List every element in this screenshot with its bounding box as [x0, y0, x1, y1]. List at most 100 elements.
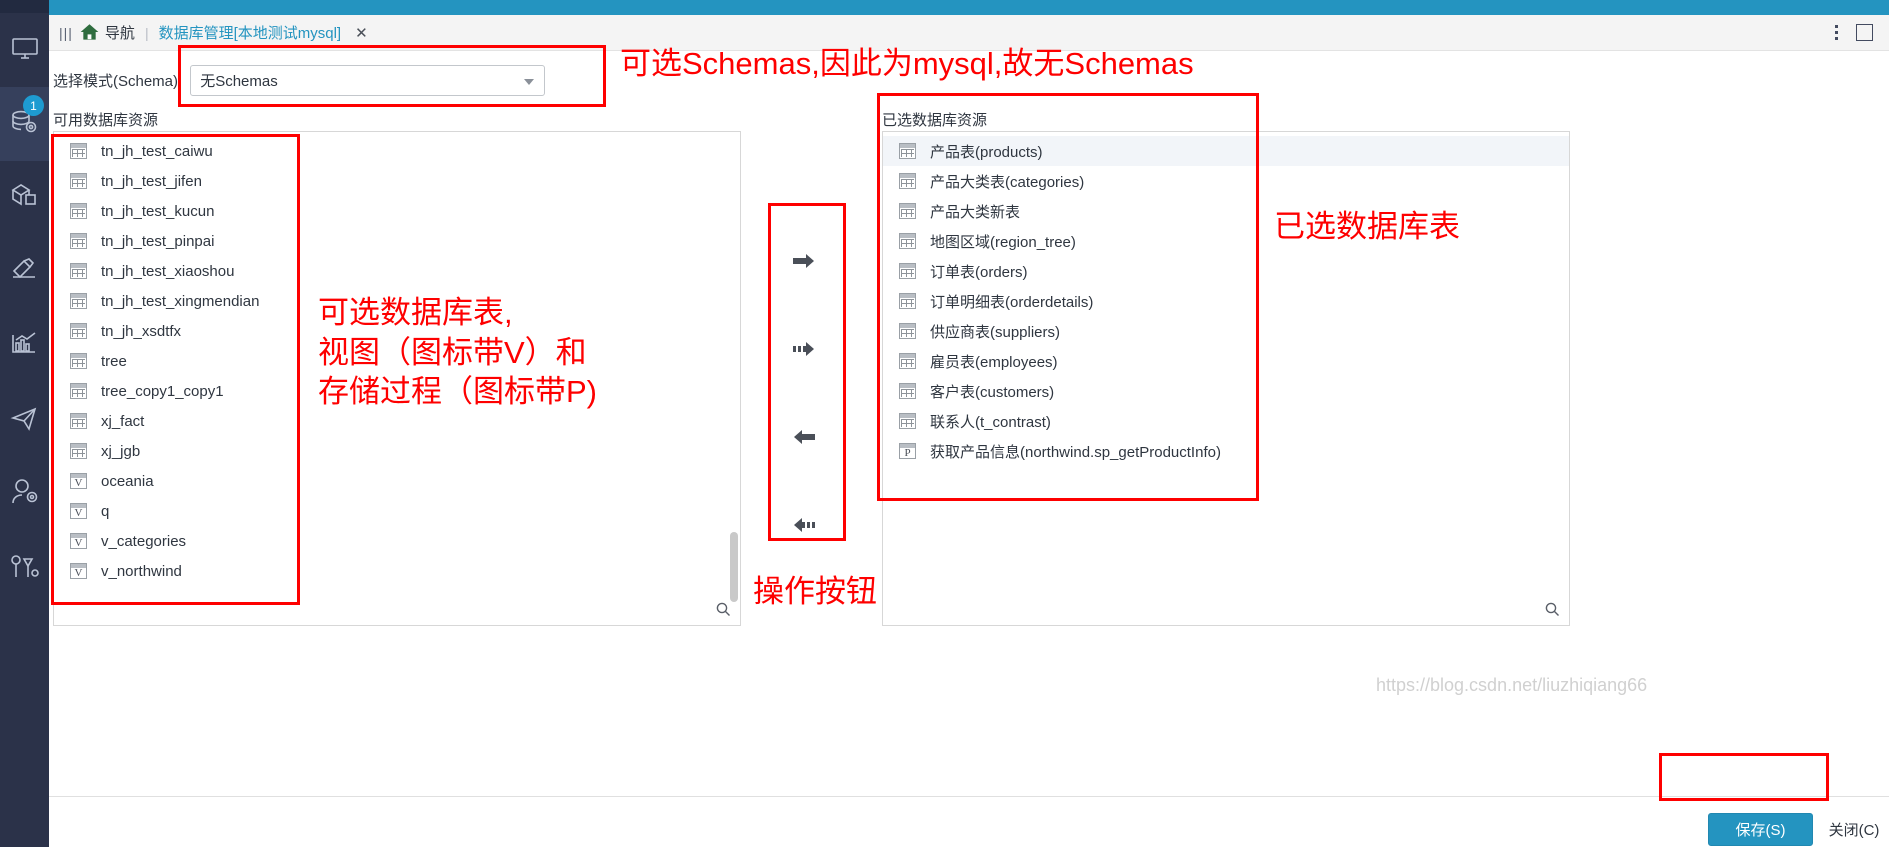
selected-resources-title: 已选数据库资源 [882, 112, 988, 129]
sidebar-item-user-settings[interactable] [0, 457, 49, 531]
sidebar-top-accent [0, 0, 49, 13]
table-icon [70, 173, 87, 189]
table-icon [70, 233, 87, 249]
available-search-icon[interactable] [712, 598, 734, 620]
nav-label[interactable]: 导航 [105, 22, 135, 43]
view-icon: V [70, 473, 87, 489]
list-item[interactable]: Vv_categories [54, 526, 740, 556]
list-item-label: 雇员表(employees) [930, 353, 1058, 371]
list-item[interactable]: tree [54, 346, 740, 376]
list-item[interactable]: 产品表(products) [883, 136, 1569, 166]
close-button[interactable]: 关闭(C) [1825, 813, 1883, 846]
list-item[interactable]: 联系人(t_contrast) [883, 406, 1569, 436]
schema-select-value: 无Schemas [200, 73, 278, 90]
list-item-label: tree [101, 352, 127, 370]
list-item[interactable]: 订单明细表(orderdetails) [883, 286, 1569, 316]
list-item-label: 供应商表(suppliers) [930, 323, 1061, 341]
move-all-right-button[interactable] [784, 332, 824, 366]
list-item-label: 地图区域(region_tree) [930, 233, 1076, 251]
tab-strip: ||| 导航 | 数据库管理[本地测试mysql] ✕ [49, 15, 1889, 51]
list-item-label: 订单表(orders) [930, 263, 1028, 281]
table-icon [70, 293, 87, 309]
left-sidebar: 1 [0, 0, 49, 847]
list-item[interactable]: Vv_northwind [54, 556, 740, 586]
table-icon [70, 413, 87, 429]
window-controls [1835, 24, 1889, 41]
available-resources-title: 可用数据库资源 [53, 112, 159, 129]
chevron-down-icon [524, 79, 535, 85]
list-item[interactable]: 订单表(orders) [883, 256, 1569, 286]
close-tab-icon[interactable]: ✕ [355, 24, 368, 42]
grip-icon[interactable]: ||| [59, 25, 73, 41]
list-item[interactable]: tree_copy1_copy1 [54, 376, 740, 406]
list-item[interactable]: tn_jh_test_xingmendian [54, 286, 740, 316]
list-item[interactable]: 产品大类新表 [883, 196, 1569, 226]
list-item[interactable]: 地图区域(region_tree) [883, 226, 1569, 256]
list-item[interactable]: tn_jh_test_xiaoshou [54, 256, 740, 286]
list-item-label: tn_jh_test_xiaoshou [101, 262, 235, 280]
list-item-label: tn_jh_test_jifen [101, 172, 202, 190]
sidebar-item-wrench[interactable] [0, 531, 49, 605]
list-item[interactable]: tn_jh_xsdtfx [54, 316, 740, 346]
available-list[interactable]: tn_jh_test_caiwu tn_jh_test_jifen tn_jh_te… [54, 132, 740, 625]
schema-label: 选择模式(Schema): [53, 73, 183, 90]
sidebar-item-monitor[interactable] [0, 13, 49, 87]
table-icon [70, 143, 87, 159]
tab-database-management[interactable]: 数据库管理[本地测试mysql] [159, 22, 342, 43]
list-item-label: 获取产品信息(northwind.sp_getProductInfo) [930, 443, 1221, 461]
procedure-icon: P [899, 443, 916, 459]
list-item-label: v_categories [101, 532, 187, 550]
sidebar-item-send[interactable] [0, 383, 49, 457]
list-item[interactable]: 供应商表(suppliers) [883, 316, 1569, 346]
list-item[interactable]: xj_fact [54, 406, 740, 436]
table-icon [70, 443, 87, 459]
list-item[interactable]: Voceania [54, 466, 740, 496]
table-icon [899, 383, 916, 399]
table-icon [70, 323, 87, 339]
home-icon[interactable] [80, 23, 99, 42]
available-resources-listbox[interactable]: tn_jh_test_caiwu tn_jh_test_jifen tn_jh_te… [53, 131, 741, 626]
list-item[interactable]: tn_jh_test_jifen [54, 166, 740, 196]
list-item[interactable]: xj_jgb [54, 436, 740, 466]
table-icon [899, 173, 916, 189]
sidebar-item-database[interactable]: 1 [0, 87, 49, 161]
save-button[interactable]: 保存(S) [1708, 813, 1813, 846]
list-item-label: tn_jh_test_pinpai [101, 232, 215, 250]
table-icon [70, 203, 87, 219]
schema-select[interactable]: 无Schemas [190, 65, 546, 96]
view-icon: V [70, 533, 87, 549]
list-item-label: oceania [101, 472, 154, 490]
list-item[interactable]: tn_jh_test_pinpai [54, 226, 740, 256]
table-icon [899, 293, 916, 309]
more-options-icon[interactable] [1835, 25, 1838, 40]
move-all-left-button[interactable] [784, 508, 824, 542]
list-item-label: v_northwind [101, 562, 182, 580]
list-item-label: 订单明细表(orderdetails) [930, 293, 1094, 311]
list-item-label: tn_jh_test_caiwu [101, 142, 213, 160]
selected-resources-listbox[interactable]: 产品表(products) 产品大类表(categories) 产品大类新表地图区域… [882, 131, 1570, 626]
sidebar-item-tools[interactable] [0, 235, 49, 309]
selected-list[interactable]: 产品表(products) 产品大类表(categories) 产品大类新表地图区域… [883, 132, 1569, 625]
list-item[interactable]: 雇员表(employees) [883, 346, 1569, 376]
available-scrollbar[interactable] [730, 532, 738, 602]
move-right-button[interactable] [784, 244, 824, 278]
table-icon [70, 383, 87, 399]
list-item[interactable]: P 获取产品信息(northwind.sp_getProductInfo) [883, 436, 1569, 466]
selected-search-icon[interactable] [1541, 598, 1563, 620]
maximize-icon[interactable] [1856, 24, 1873, 41]
list-item[interactable]: 产品大类表(categories) [883, 166, 1569, 196]
move-left-button[interactable] [784, 420, 824, 454]
list-item[interactable]: tn_jh_test_kucun [54, 196, 740, 226]
list-item-label: q [101, 502, 110, 520]
main-content: 选择模式(Schema): 无Schemas 可用数据库资源 tn_jh_tes… [49, 51, 1889, 847]
list-item[interactable]: Vq [54, 496, 740, 526]
list-item-label: tn_jh_test_kucun [101, 202, 215, 220]
table-icon [70, 263, 87, 279]
list-item[interactable]: 客户表(customers) [883, 376, 1569, 406]
list-item[interactable]: tn_jh_test_caiwu [54, 136, 740, 166]
monitor-icon [10, 33, 40, 68]
sidebar-item-analytics[interactable] [0, 309, 49, 383]
window-top-accent-bar [49, 0, 1889, 15]
schema-selector-row: 选择模式(Schema): 无Schemas [53, 65, 546, 96]
sidebar-item-package[interactable] [0, 161, 49, 235]
